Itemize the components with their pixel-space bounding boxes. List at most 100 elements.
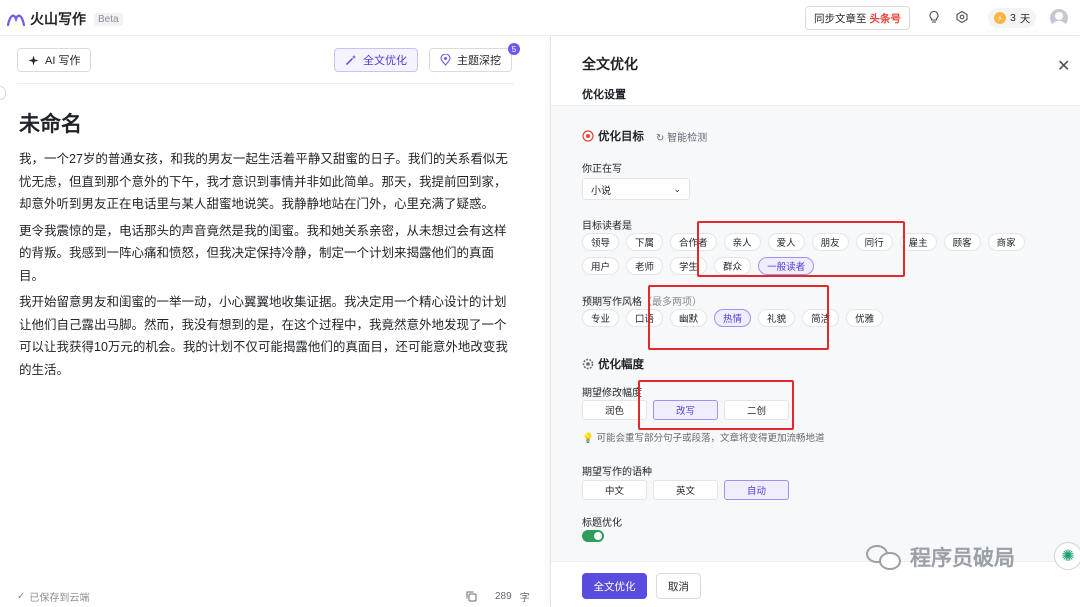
full-optimize-toolbar-button[interactable]: 全文优化: [334, 48, 418, 72]
watermark: 程序员破局: [866, 542, 1015, 572]
check-icon: ✓: [17, 591, 26, 602]
range-option[interactable]: 润色: [582, 400, 647, 420]
reader-chip[interactable]: 合作者: [670, 233, 717, 251]
language-option[interactable]: 中文: [582, 480, 647, 500]
smart-detect-button[interactable]: ↻ 智能检测: [656, 129, 707, 144]
readers-chip-group: 领导 下属 合作者 亲人 爱人 朋友 同行 雇主 顾客 商家 用户 老师 学生 …: [582, 233, 1052, 275]
document-title[interactable]: 未命名: [19, 108, 82, 138]
language-segment: 中文 英文 自动: [582, 480, 789, 500]
writing-type-select[interactable]: 小说 ⌄: [582, 178, 690, 200]
app-name: 火山写作: [30, 11, 86, 27]
word-count-unit: 字: [519, 593, 530, 604]
plugin-icon[interactable]: [954, 9, 970, 25]
readers-label: 目标读者是: [582, 221, 632, 232]
reader-chip[interactable]: 爱人: [767, 233, 805, 251]
magic-wand-icon: [346, 54, 357, 65]
sync-article-button[interactable]: 同步文章至 头条号: [805, 6, 910, 30]
reader-chip[interactable]: 学生: [670, 257, 708, 275]
reader-chip-selected[interactable]: 一般读者: [758, 257, 815, 275]
watermark-text: 程序员破局: [910, 547, 1015, 570]
reader-chip[interactable]: 商家: [987, 233, 1025, 251]
reader-chip[interactable]: 同行: [855, 233, 893, 251]
goal-heading: 优化目标: [598, 131, 644, 143]
style-note: （最多两项）: [642, 297, 702, 308]
lightbulb-icon[interactable]: [926, 9, 942, 25]
assistant-icon[interactable]: ✺: [1054, 542, 1080, 570]
style-chip[interactable]: 礼貌: [758, 309, 796, 327]
gear-icon: [582, 358, 594, 370]
target-icon: [582, 130, 594, 142]
style-label-text: 预期写作风格: [582, 297, 642, 308]
style-chip-group: 专业 口语 幽默 热情 礼貌 简洁 优雅: [582, 309, 1052, 327]
reader-chip[interactable]: 雇主: [899, 233, 937, 251]
reader-chip[interactable]: 顾客: [943, 233, 981, 251]
logo-icon: [6, 14, 26, 27]
trial-days-badge[interactable]: ⚡ 3 天: [988, 8, 1037, 28]
reader-chip[interactable]: 朋友: [811, 233, 849, 251]
style-chip[interactable]: 优雅: [846, 309, 884, 327]
language-label: 期望写作的语种: [582, 467, 652, 478]
range-option-selected[interactable]: 改写: [653, 400, 718, 420]
theme-dig-label: 主题深挖: [457, 55, 501, 67]
reader-chip[interactable]: 老师: [626, 257, 664, 275]
lightbulb-icon: 💡: [582, 433, 594, 444]
range-label: 期望修改幅度: [582, 388, 642, 399]
language-option[interactable]: 英文: [653, 480, 718, 500]
smart-detect-label: 智能检测: [667, 132, 708, 144]
style-chip[interactable]: 幽默: [670, 309, 708, 327]
document-body[interactable]: 我，一个27岁的普通女孩，和我的男友一起生活着平静又甜蜜的日子。我们的关系看似无…: [19, 148, 514, 385]
save-status-text: 已保存到云端: [29, 593, 90, 604]
style-chip[interactable]: 专业: [582, 309, 620, 327]
paragraph[interactable]: 我开始留意男友和闺蜜的一举一动，小心翼翼地收集证据。我决定用一个精心设计的计划让…: [19, 291, 514, 381]
editor-toolbar: AI 写作 全文优化 主题深挖 5: [0, 36, 530, 84]
panel-title: 全文优化: [582, 56, 638, 72]
writing-type-label: 你正在写: [582, 164, 622, 175]
reader-chip[interactable]: 领导: [582, 233, 620, 251]
days-value: 3: [1010, 12, 1016, 24]
chevron-down-icon: ⌄: [673, 183, 681, 194]
user-avatar[interactable]: [1050, 9, 1068, 27]
sparkle-icon: [28, 55, 39, 65]
close-icon[interactable]: ✕: [1057, 56, 1070, 76]
range-hint: 💡 可能会重写部分句子或段落，文章将变得更加流畅地道: [582, 430, 825, 444]
range-section-heading: 优化幅度: [582, 356, 644, 372]
theme-dig-button[interactable]: 主题深挖: [429, 48, 512, 72]
style-chip[interactable]: 口语: [626, 309, 664, 327]
sync-target: 头条号: [869, 12, 902, 25]
location-pin-icon: [440, 54, 451, 66]
editor-divider: [17, 83, 514, 84]
title-optimize-toggle[interactable]: [582, 530, 604, 542]
theme-count-badge: 5: [508, 43, 520, 55]
paragraph[interactable]: 我，一个27岁的普通女孩，和我的男友一起生活着平静又甜蜜的日子。我们的关系看似无…: [19, 148, 514, 216]
reader-chip[interactable]: 用户: [582, 257, 620, 275]
language-option-selected[interactable]: 自动: [724, 480, 789, 500]
sync-label: 同步文章至: [814, 12, 867, 25]
beta-badge: Beta: [94, 12, 123, 26]
title-optimize-label: 标题优化: [582, 518, 622, 529]
full-optimize-submit-button[interactable]: 全文优化: [582, 573, 647, 599]
writing-type-value: 小说: [591, 185, 611, 197]
full-optimize-toolbar-label: 全文优化: [363, 55, 407, 67]
word-count: 289 字: [466, 589, 530, 604]
style-label: 预期写作风格（最多两项）: [582, 293, 702, 308]
word-count-value: 289: [495, 591, 512, 602]
style-chip[interactable]: 简洁: [802, 309, 840, 327]
goal-section-heading: 优化目标 ↻ 智能检测: [582, 128, 707, 144]
app-logo[interactable]: 火山写作 Beta: [6, 9, 123, 29]
optimize-panel: 全文优化 ✕ 优化设置 优化目标 ↻ 智能检测 你正在写 小说 ⌄ 目标读者是 …: [550, 36, 1080, 607]
range-heading: 优化幅度: [598, 359, 644, 371]
range-option[interactable]: 二创: [724, 400, 789, 420]
sidebar-toggle-handle[interactable]: [0, 86, 6, 100]
cancel-button[interactable]: 取消: [656, 573, 701, 599]
wechat-icon: [866, 543, 904, 571]
reader-chip[interactable]: 下属: [626, 233, 664, 251]
ai-write-button[interactable]: AI 写作: [17, 48, 92, 72]
style-chip-selected[interactable]: 热情: [714, 309, 752, 327]
ai-write-label: AI 写作: [45, 55, 81, 67]
copy-icon[interactable]: [466, 591, 477, 602]
reader-chip[interactable]: 亲人: [723, 233, 761, 251]
save-status: ✓ 已保存到云端: [17, 589, 89, 604]
reader-chip[interactable]: 群众: [714, 257, 752, 275]
range-segment: 润色 改写 二创: [582, 400, 789, 420]
paragraph[interactable]: 更令我震惊的是，电话那头的声音竟然是我的闺蜜。我和她关系亲密，从未想过会有这样的…: [19, 220, 514, 288]
